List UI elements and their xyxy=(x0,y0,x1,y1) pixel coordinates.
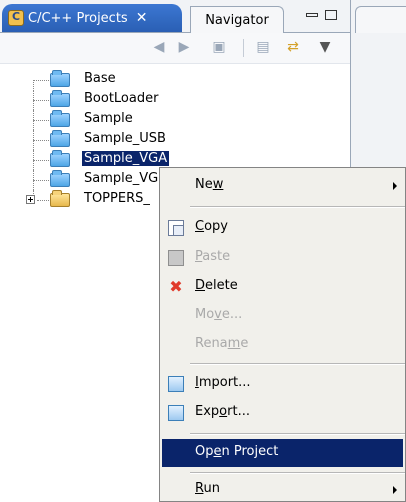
tab-navigator[interactable]: Navigator xyxy=(190,6,284,33)
menu-item-open-project[interactable]: Open Project xyxy=(162,439,403,467)
tree-item-label: Sample_VG xyxy=(84,171,159,186)
view-toolbar: ◀ ▶ ▣ ▤ ⇄ ▼ xyxy=(0,33,350,64)
cpp-projects-icon xyxy=(8,10,24,26)
tree-item-label: Sample xyxy=(84,111,133,126)
menu-item-delete[interactable]: ✖ Delete xyxy=(162,273,403,301)
folder-icon xyxy=(50,110,70,127)
menu-item-export-label: Export... xyxy=(195,404,250,419)
menu-item-run[interactable]: Run xyxy=(162,476,403,500)
menu-separator xyxy=(190,363,405,365)
submenu-arrow-icon xyxy=(393,182,397,190)
tree-item[interactable]: Base xyxy=(0,70,350,89)
view-tab-bar: C/C++ Projects ✕ Navigator xyxy=(0,0,350,33)
tree-item[interactable]: Sample xyxy=(0,110,350,130)
menu-item-move-label: Move... xyxy=(195,307,243,322)
tree-item[interactable]: BootLoader xyxy=(0,90,350,110)
menu-item-run-label: Run xyxy=(195,481,220,496)
paste-icon xyxy=(168,250,184,266)
tree-item-label: Sample_VGA xyxy=(80,150,171,167)
menu-item-move[interactable]: Move... xyxy=(162,302,403,330)
minimize-view-button[interactable] xyxy=(306,13,318,17)
tab-cpp-projects[interactable]: C/C++ Projects ✕ xyxy=(2,4,182,32)
link-with-editor-icon[interactable]: ⇄ xyxy=(284,38,302,56)
collapse-all-icon[interactable]: ▤ xyxy=(254,38,272,56)
folder-icon xyxy=(50,170,70,187)
back-arrow-icon[interactable]: ◀ xyxy=(150,38,168,56)
expand-icon[interactable] xyxy=(26,195,35,204)
menu-item-rename-label: Rename xyxy=(195,336,249,351)
toolbar-separator xyxy=(243,39,244,57)
menu-item-export[interactable]: Export... xyxy=(162,399,403,427)
copy-icon xyxy=(168,220,184,236)
menu-item-delete-label: Delete xyxy=(195,278,238,293)
submenu-arrow-icon xyxy=(393,486,397,494)
menu-item-rename[interactable]: Rename xyxy=(162,331,403,359)
menu-separator xyxy=(190,433,405,435)
folder-icon xyxy=(50,70,70,87)
menu-item-copy[interactable]: Copy xyxy=(162,214,403,242)
menu-item-copy-label: Copy xyxy=(195,219,228,234)
view-menu-icon[interactable]: ▼ xyxy=(316,38,334,56)
tree-item-label: TOPPERS_ xyxy=(84,191,150,206)
tree-item[interactable]: Sample_USB xyxy=(0,130,350,150)
menu-item-open-project-label: Open Project xyxy=(195,444,279,459)
editor-tab-stub[interactable] xyxy=(355,6,406,33)
folder-icon xyxy=(50,150,70,167)
tree-item-label: BootLoader xyxy=(84,91,159,106)
open-folder-icon xyxy=(50,190,70,207)
tab-navigator-label: Navigator xyxy=(205,12,269,28)
menu-item-new-label: New xyxy=(195,177,224,192)
tree-item-label: Base xyxy=(84,71,116,86)
up-folder-icon[interactable]: ▣ xyxy=(210,38,228,56)
delete-icon: ✖ xyxy=(169,277,183,296)
maximize-view-button[interactable] xyxy=(325,10,337,20)
import-icon xyxy=(168,376,184,392)
menu-separator xyxy=(190,206,405,208)
folder-icon xyxy=(50,130,70,147)
tab-cpp-projects-label: C/C++ Projects xyxy=(28,10,128,26)
menu-item-paste-label: Paste xyxy=(195,249,231,264)
menu-item-import[interactable]: Import... xyxy=(162,370,403,398)
menu-item-new[interactable]: New xyxy=(162,172,403,200)
menu-item-paste[interactable]: Paste xyxy=(162,244,403,272)
menu-item-import-label: Import... xyxy=(195,375,251,390)
menu-separator xyxy=(190,472,405,474)
folder-icon xyxy=(50,90,70,107)
forward-arrow-icon[interactable]: ▶ xyxy=(175,38,193,56)
export-icon xyxy=(168,405,184,421)
close-icon[interactable]: ✕ xyxy=(136,10,148,26)
tree-item-label: Sample_USB xyxy=(84,131,166,146)
context-menu: New Copy Paste ✖ Delete Move... Rename I… xyxy=(159,167,406,502)
